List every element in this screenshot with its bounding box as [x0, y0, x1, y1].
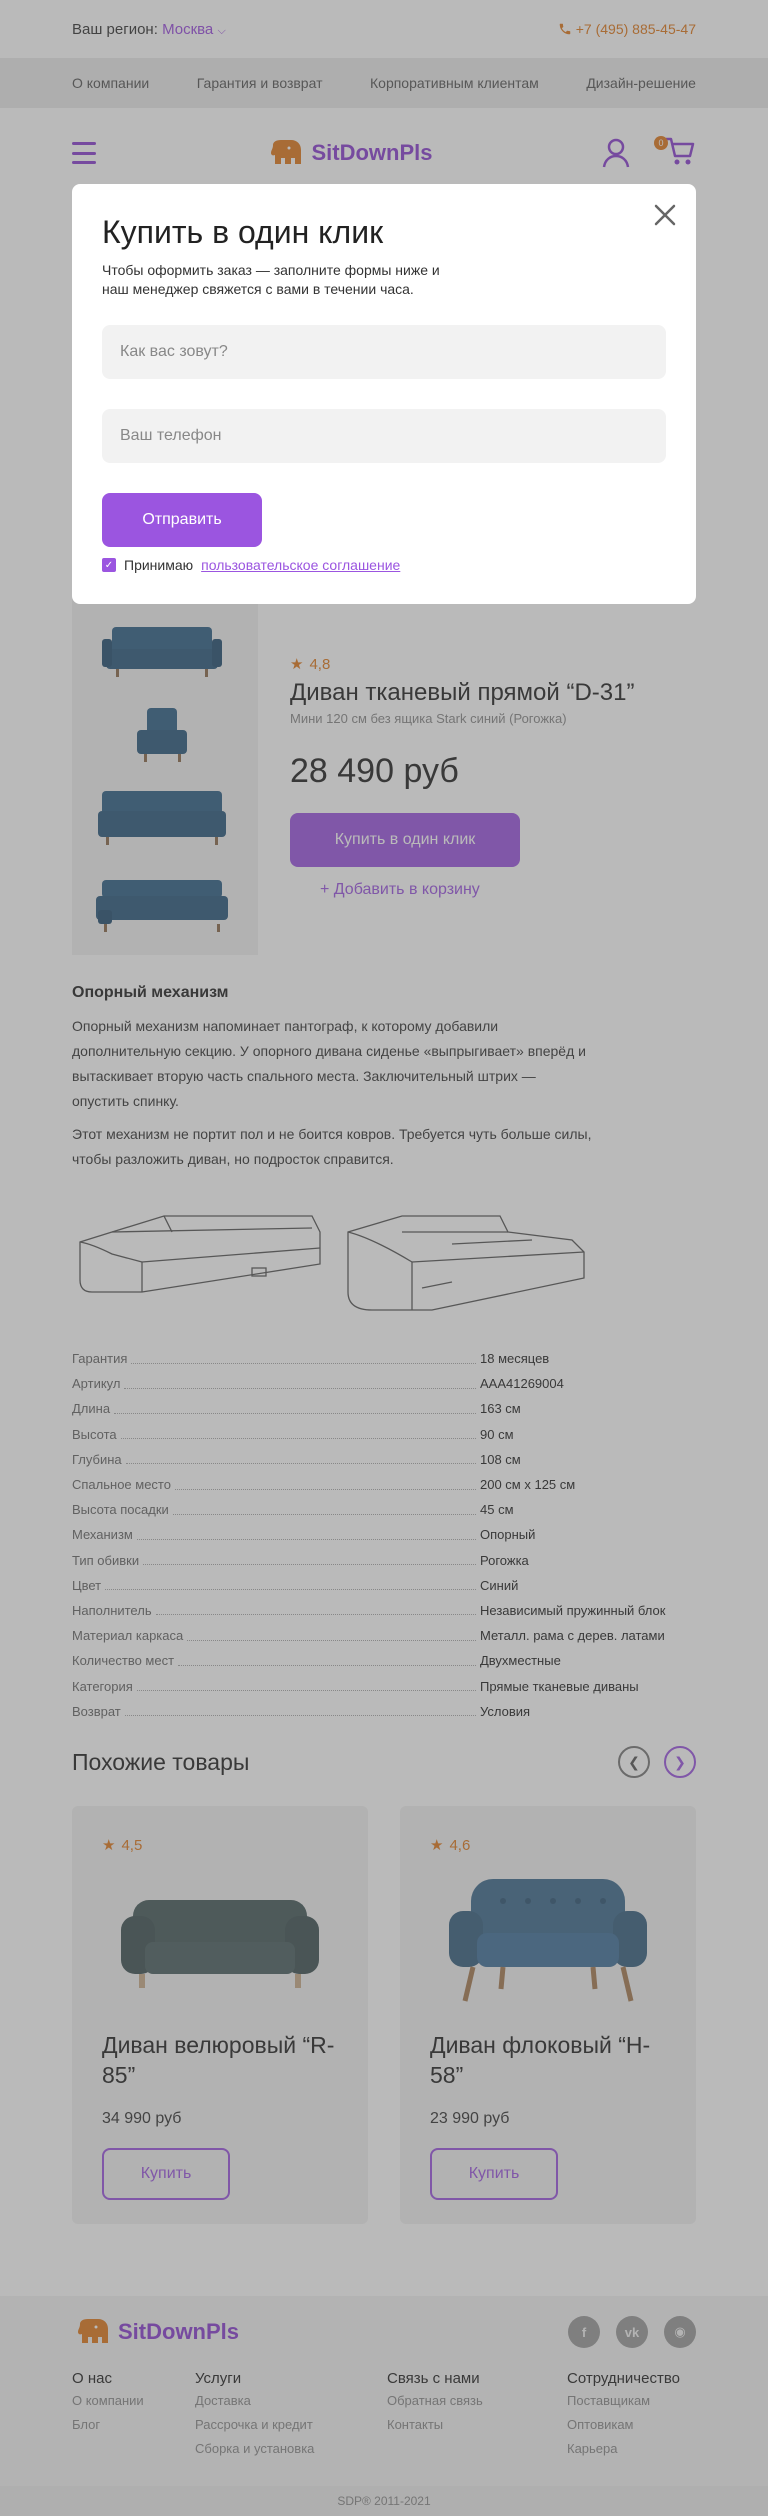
buy-one-click-modal: Купить в один клик Чтобы оформить заказ … [72, 184, 696, 604]
agreement: ✓ Принимаю пользовательское соглашение [102, 557, 666, 573]
agreement-checkbox[interactable]: ✓ [102, 558, 116, 572]
submit-button[interactable]: Отправить [102, 493, 262, 547]
agreement-text: Принимаю [124, 557, 194, 573]
phone-field[interactable] [102, 409, 666, 463]
name-field[interactable] [102, 325, 666, 379]
close-icon[interactable] [650, 200, 680, 230]
modal-subtitle: Чтобы оформить заказ — заполните формы н… [102, 262, 440, 297]
modal-title: Купить в один клик [102, 214, 384, 250]
agreement-link[interactable]: пользовательское соглашение [201, 557, 400, 573]
